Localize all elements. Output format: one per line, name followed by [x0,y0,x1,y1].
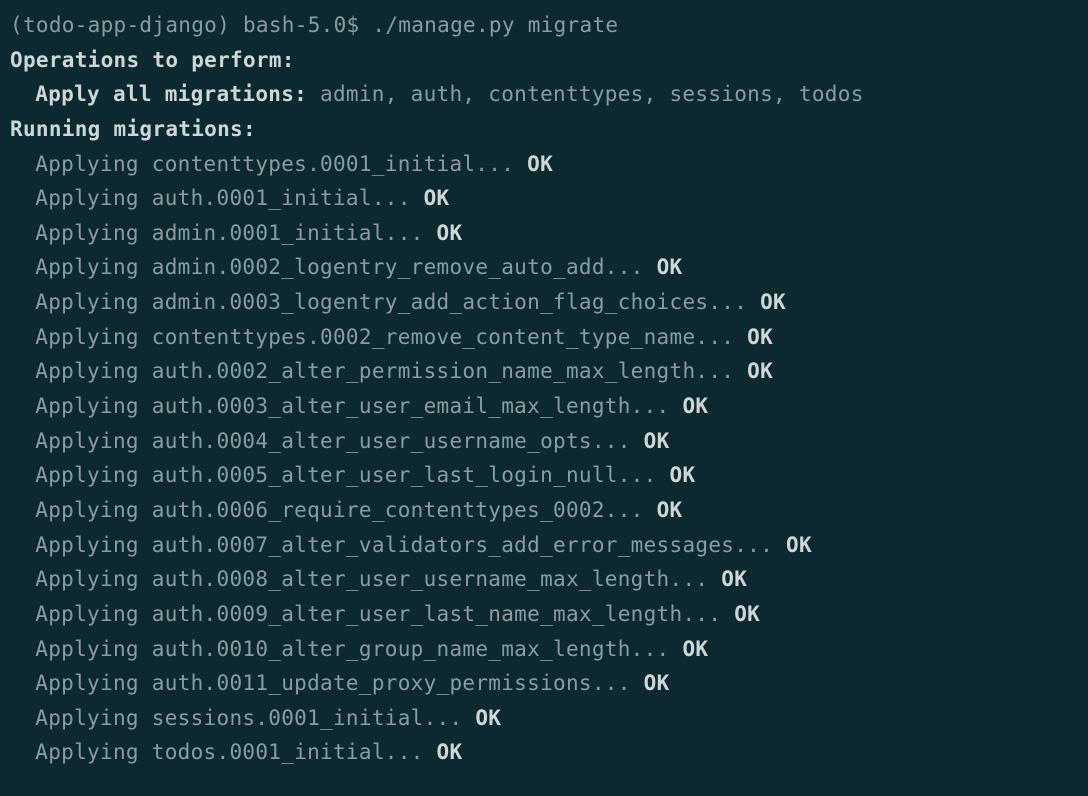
migration-line: Applying auth.0005_alter_user_last_login… [10,458,1078,493]
shell-command: ./manage.py migrate [372,13,618,37]
applying-word: Applying [35,290,152,314]
ok-status: OK [475,706,501,730]
ok-status: OK [670,463,696,487]
applying-word: Applying [35,671,152,695]
apply-all-line: Apply all migrations: admin, auth, conte… [10,77,1078,112]
shell-prompt-line: (todo-app-django) bash-5.0$ ./manage.py … [10,8,1078,43]
applying-word: Applying [35,706,152,730]
migration-line: Applying todos.0001_initial... OK [10,735,1078,770]
applying-word: Applying [35,567,152,591]
ok-status: OK [747,359,773,383]
ok-status: OK [721,567,747,591]
migration-name: auth.0009_alter_user_last_name_max_lengt… [152,602,734,626]
ok-status: OK [760,290,786,314]
ok-status: OK [644,671,670,695]
ok-status: OK [437,740,463,764]
ok-status: OK [657,498,683,522]
applying-word: Applying [35,221,152,245]
applying-word: Applying [35,152,152,176]
migration-line: Applying auth.0008_alter_user_username_m… [10,562,1078,597]
migration-lines: Applying contenttypes.0001_initial... OK… [10,147,1078,771]
ok-status: OK [786,533,812,557]
ok-status: OK [747,325,773,349]
migration-name: admin.0001_initial... [152,221,437,245]
applying-word: Applying [35,359,152,383]
migration-name: auth.0006_require_contenttypes_0002... [152,498,657,522]
migration-name: auth.0004_alter_user_username_opts... [152,429,644,453]
migration-line: Applying auth.0011_update_proxy_permissi… [10,666,1078,701]
migration-name: admin.0003_logentry_add_action_flag_choi… [152,290,760,314]
ok-status: OK [424,186,450,210]
migration-name: auth.0001_initial... [152,186,424,210]
migration-line: Applying sessions.0001_initial... OK [10,701,1078,736]
migration-name: todos.0001_initial... [152,740,437,764]
migration-name: contenttypes.0001_initial... [152,152,527,176]
apply-all-label: Apply all migrations: [35,82,320,106]
migration-line: Applying contenttypes.0002_remove_conten… [10,320,1078,355]
migration-line: Applying auth.0009_alter_user_last_name_… [10,597,1078,632]
migration-name: auth.0002_alter_permission_name_max_leng… [152,359,747,383]
ok-status: OK [734,602,760,626]
ok-status: OK [644,429,670,453]
applying-word: Applying [35,325,152,349]
applying-word: Applying [35,394,152,418]
migration-name: auth.0008_alter_user_username_max_length… [152,567,722,591]
migration-line: Applying admin.0003_logentry_add_action_… [10,285,1078,320]
migration-name: auth.0011_update_proxy_permissions... [152,671,644,695]
applying-word: Applying [35,740,152,764]
applying-word: Applying [35,533,152,557]
applying-word: Applying [35,429,152,453]
migration-name: contenttypes.0002_remove_content_type_na… [152,325,747,349]
shell-prompt-prefix: (todo-app-django) bash-5.0$ [10,13,372,37]
applying-word: Applying [35,498,152,522]
applying-word: Applying [35,602,152,626]
applying-word: Applying [35,255,152,279]
migration-name: admin.0002_logentry_remove_auto_add... [152,255,657,279]
applying-word: Applying [35,637,152,661]
migration-line: Applying auth.0003_alter_user_email_max_… [10,389,1078,424]
migration-line: Applying contenttypes.0001_initial... OK [10,147,1078,182]
ok-status: OK [657,255,683,279]
migration-name: auth.0005_alter_user_last_login_null... [152,463,670,487]
migration-line: Applying auth.0007_alter_validators_add_… [10,528,1078,563]
applying-word: Applying [35,186,152,210]
migration-line: Applying auth.0002_alter_permission_name… [10,354,1078,389]
migration-name: auth.0010_alter_group_name_max_length... [152,637,683,661]
running-migrations-header: Running migrations: [10,112,1078,147]
migration-name: auth.0007_alter_validators_add_error_mes… [152,533,786,557]
apply-all-targets: admin, auth, contenttypes, sessions, tod… [320,82,864,106]
migration-line: Applying auth.0004_alter_user_username_o… [10,424,1078,459]
ok-status: OK [527,152,553,176]
migration-name: sessions.0001_initial... [152,706,476,730]
ok-status: OK [437,221,463,245]
migration-line: Applying auth.0006_require_contenttypes_… [10,493,1078,528]
migration-name: auth.0003_alter_user_email_max_length... [152,394,683,418]
ok-status: OK [682,637,708,661]
migration-line: Applying admin.0002_logentry_remove_auto… [10,250,1078,285]
applying-word: Applying [35,463,152,487]
migration-line: Applying auth.0010_alter_group_name_max_… [10,632,1078,667]
ok-status: OK [682,394,708,418]
operations-header: Operations to perform: [10,43,1078,78]
terminal-output: (todo-app-django) bash-5.0$ ./manage.py … [10,8,1078,770]
migration-line: Applying auth.0001_initial... OK [10,181,1078,216]
migration-line: Applying admin.0001_initial... OK [10,216,1078,251]
